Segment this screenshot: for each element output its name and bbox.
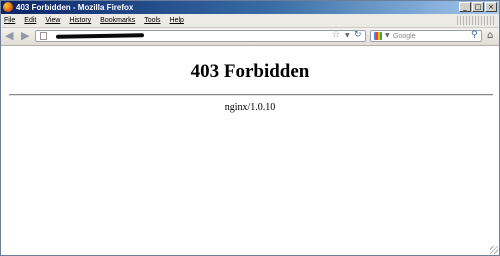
back-arrow-icon[interactable]: ◀ — [5, 30, 13, 42]
menu-file[interactable]: File — [4, 15, 15, 26]
navigation-bar: ◀ ▶ ☆ ▼ ↻ ▼ Google ⚲ ⌂ — [1, 28, 499, 46]
search-input[interactable]: Google — [393, 32, 416, 41]
url-bar[interactable]: ☆ ▼ ↻ — [35, 30, 366, 42]
menu-help[interactable]: Help — [170, 15, 184, 26]
resize-grip-icon[interactable] — [490, 246, 498, 254]
window-controls: _ □ × — [459, 2, 497, 12]
menu-tools[interactable]: Tools — [144, 15, 160, 26]
menu: File Edit View History Bookmarks Tools H… — [4, 15, 184, 26]
forward-arrow-icon[interactable]: ▶ — [21, 30, 29, 42]
menu-edit[interactable]: Edit — [24, 15, 36, 26]
browser-window: 403 Forbidden - Mozilla Firefox _ □ × Fi… — [0, 0, 500, 256]
server-signature: nginx/1.0.10 — [224, 102, 276, 113]
menu-bar: File Edit View History Bookmarks Tools H… — [1, 14, 499, 28]
url-text-redacted — [55, 33, 145, 39]
search-bar[interactable]: ▼ Google ⚲ — [370, 30, 482, 42]
window-title: 403 Forbidden - Mozilla Firefox — [16, 3, 134, 12]
throbber — [457, 16, 495, 25]
home-icon[interactable]: ⌂ — [487, 30, 493, 42]
menu-history[interactable]: History — [69, 15, 91, 26]
divider — [9, 94, 493, 96]
search-engine-dropdown-icon[interactable]: ▼ — [385, 31, 390, 41]
menu-bookmarks[interactable]: Bookmarks — [100, 15, 135, 26]
page-heading: 403 Forbidden — [190, 61, 310, 82]
reload-icon[interactable]: ↻ — [354, 30, 362, 41]
minimize-button[interactable]: _ — [459, 2, 471, 12]
firefox-logo-icon — [3, 2, 13, 12]
bookmark-star-icon[interactable]: ☆ — [332, 30, 340, 40]
close-button[interactable]: × — [485, 2, 497, 12]
search-icon[interactable]: ⚲ — [471, 30, 478, 41]
page-content: 403 Forbidden nginx/1.0.10 — [1, 46, 499, 255]
title-bar: 403 Forbidden - Mozilla Firefox _ □ × — [1, 1, 499, 14]
google-icon[interactable] — [374, 32, 382, 40]
url-dropdown-icon[interactable]: ▼ — [345, 31, 350, 41]
maximize-button[interactable]: □ — [472, 2, 484, 12]
site-identity-icon[interactable] — [40, 32, 47, 40]
menu-view[interactable]: View — [45, 15, 60, 26]
